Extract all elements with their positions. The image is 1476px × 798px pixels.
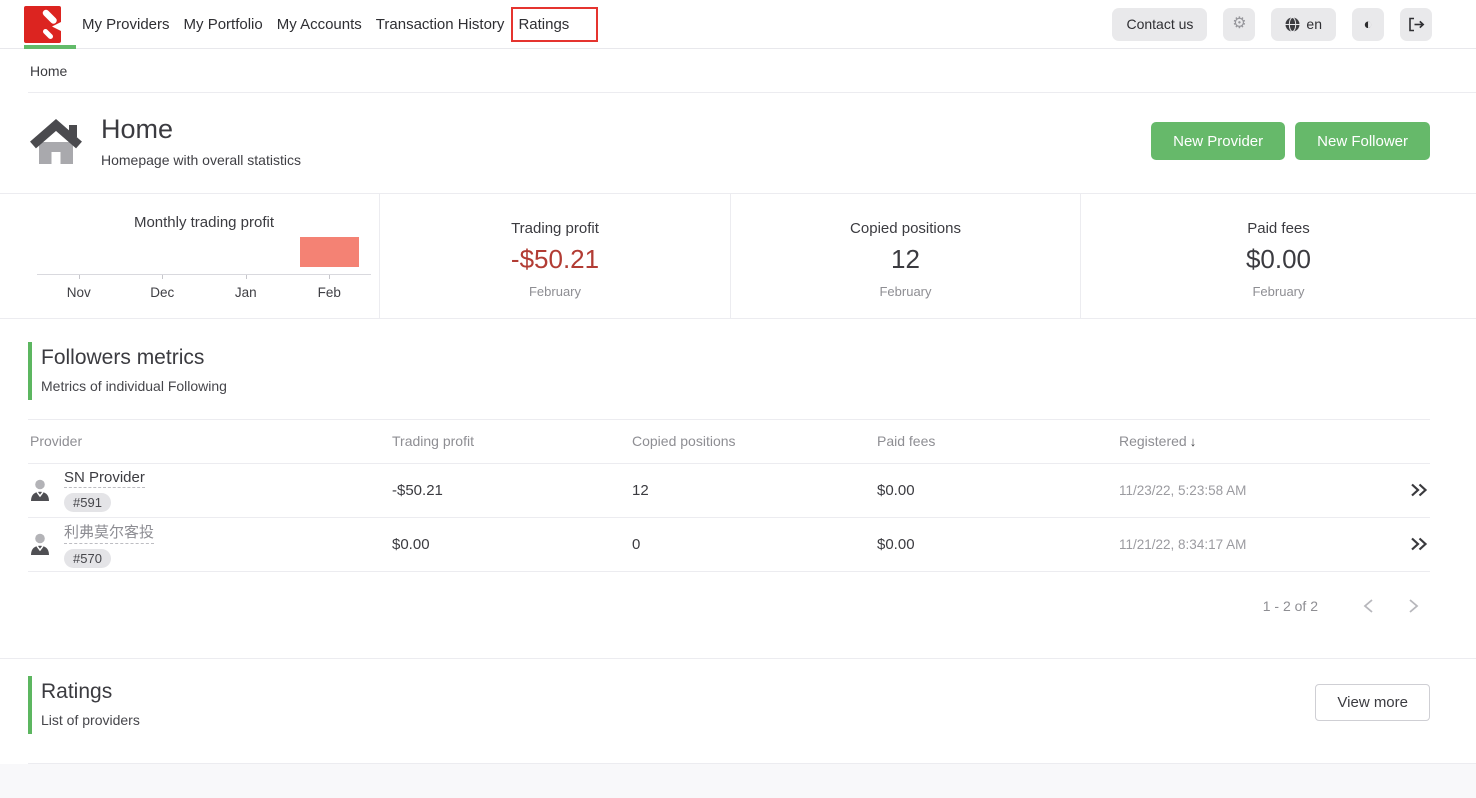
stat-card-copied-positions: Copied positions 12 February	[730, 194, 1080, 318]
table-row: 利弗莫尔客投 #570 $0.00 0 $0.00 11/21/22, 8:34…	[28, 518, 1430, 572]
chart-bar	[288, 237, 372, 267]
overall-statistics-strip: Monthly trading profit NovDecJanFeb Trad…	[0, 193, 1476, 319]
new-follower-button[interactable]: New Follower	[1295, 122, 1430, 160]
active-nav-indicator	[24, 45, 76, 49]
stat-label: Trading profit	[380, 220, 730, 237]
pagination: 1 - 2 of 2	[28, 572, 1430, 614]
language-label: en	[1306, 16, 1322, 32]
ratings-header: Ratings List of providers	[28, 676, 1315, 734]
pagination-range-label: 1 - 2 of 2	[1263, 598, 1318, 614]
provider-name-link[interactable]: SN Provider	[64, 469, 145, 488]
gear-icon: ⚙	[1232, 16, 1246, 32]
followers-metrics-table: Provider Trading profit Copied positions…	[28, 419, 1430, 572]
nav-my-portfolio[interactable]: My Portfolio	[184, 16, 263, 33]
page-header: Home Homepage with overall statistics Ne…	[0, 93, 1476, 193]
footer-area	[0, 764, 1476, 798]
pagination-next-icon[interactable]	[1407, 598, 1420, 614]
language-button[interactable]: en	[1271, 8, 1336, 41]
page-subtitle: Homepage with overall statistics	[101, 152, 301, 168]
contact-us-button[interactable]: Contact us	[1112, 8, 1207, 41]
stat-card-paid-fees: Paid fees $0.00 February	[1080, 194, 1476, 318]
column-header-copied-positions[interactable]: Copied positions	[632, 433, 877, 449]
app-logo-icon[interactable]	[24, 6, 61, 43]
cell-trading-profit: -$50.21	[392, 482, 632, 499]
section-title: Ratings	[41, 680, 1315, 704]
cell-copied-positions: 0	[632, 536, 877, 553]
header-actions: Contact us ⚙ en ◐	[1112, 8, 1432, 41]
table-row: SN Provider #591 -$50.21 12 $0.00 11/23/…	[28, 464, 1430, 518]
cell-paid-fees: $0.00	[877, 536, 1119, 553]
contrast-icon: ◐	[1363, 17, 1372, 32]
stat-label: Copied positions	[731, 220, 1080, 237]
provider-avatar-icon	[30, 479, 50, 501]
cell-copied-positions: 12	[632, 482, 877, 499]
column-header-provider[interactable]: Provider	[30, 433, 392, 449]
chart-bars	[37, 234, 371, 274]
breadcrumb: Home	[0, 49, 1476, 92]
logout-icon	[1408, 17, 1425, 32]
provider-account-badge: #570	[64, 549, 111, 568]
chart-category-label: Feb	[288, 275, 372, 300]
open-details-chevron-icon[interactable]	[1386, 483, 1430, 497]
theme-toggle-button[interactable]: ◐	[1352, 8, 1384, 41]
stat-label: Paid fees	[1081, 220, 1476, 237]
chart-category-label: Dec	[121, 275, 205, 300]
cell-trading-profit: $0.00	[392, 536, 632, 553]
stat-value: 12	[731, 244, 1080, 275]
section-title: Followers metrics	[41, 346, 1430, 370]
chart-x-labels: NovDecJanFeb	[37, 275, 371, 300]
main-nav: My Providers My Portfolio My Accounts Tr…	[82, 7, 598, 42]
nav-ratings[interactable]: Ratings	[511, 7, 598, 42]
chart-title: Monthly trading profit	[37, 214, 371, 231]
cell-paid-fees: $0.00	[877, 482, 1119, 499]
nav-my-accounts[interactable]: My Accounts	[277, 16, 362, 33]
column-header-registered[interactable]: Registered↓	[1119, 433, 1386, 449]
sort-descending-icon: ↓	[1190, 434, 1197, 449]
provider-avatar-icon	[30, 533, 50, 555]
provider-name-link[interactable]: 利弗莫尔客投	[64, 521, 154, 544]
nav-my-providers[interactable]: My Providers	[82, 16, 170, 33]
page-title: Home	[101, 115, 301, 145]
top-navigation-bar: My Providers My Portfolio My Accounts Tr…	[0, 0, 1476, 49]
breadcrumb-home-link[interactable]: Home	[30, 63, 67, 79]
section-subtitle: Metrics of individual Following	[41, 378, 1430, 394]
globe-icon	[1285, 17, 1300, 32]
stat-card-trading-profit: Trading profit -$50.21 February	[379, 194, 730, 318]
stat-value: $0.00	[1081, 244, 1476, 275]
followers-metrics-header: Followers metrics Metrics of individual …	[28, 342, 1430, 400]
column-header-label: Registered	[1119, 433, 1187, 449]
cell-registered: 11/21/22, 8:34:17 AM	[1119, 537, 1386, 552]
column-header-paid-fees[interactable]: Paid fees	[877, 433, 1119, 449]
logout-button[interactable]	[1400, 8, 1432, 41]
settings-button[interactable]: ⚙	[1223, 8, 1255, 41]
chart-category-label: Jan	[204, 275, 288, 300]
cell-registered: 11/23/22, 5:23:58 AM	[1119, 483, 1386, 498]
column-header-trading-profit[interactable]: Trading profit	[392, 433, 632, 449]
stat-period: February	[731, 284, 1080, 299]
monthly-trading-profit-chart: Monthly trading profit NovDecJanFeb	[0, 194, 379, 318]
new-provider-button[interactable]: New Provider	[1151, 122, 1285, 160]
open-details-chevron-icon[interactable]	[1386, 537, 1430, 551]
followers-metrics-section: Followers metrics Metrics of individual …	[0, 342, 1476, 658]
pagination-prev-icon[interactable]	[1362, 598, 1375, 614]
provider-account-badge: #591	[64, 493, 111, 512]
stat-value: -$50.21	[380, 244, 730, 275]
table-header-row: Provider Trading profit Copied positions…	[28, 420, 1430, 464]
stat-period: February	[380, 284, 730, 299]
section-subtitle: List of providers	[41, 712, 1315, 728]
nav-transaction-history[interactable]: Transaction History	[376, 16, 505, 33]
view-more-button[interactable]: View more	[1315, 684, 1430, 721]
ratings-section: Ratings List of providers View more	[0, 659, 1476, 734]
home-icon	[30, 116, 82, 166]
chart-category-label: Nov	[37, 275, 121, 300]
stat-period: February	[1081, 284, 1476, 299]
